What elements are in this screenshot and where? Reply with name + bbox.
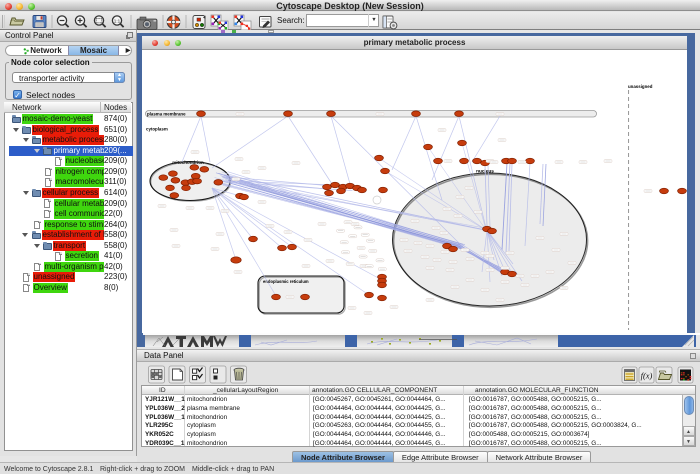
svg-text:unassigned: unassigned [628, 84, 653, 89]
svg-text:mitochondrion: mitochondrion [172, 160, 204, 165]
svg-text:f(x): f(x) [641, 371, 653, 381]
svg-text:plasma membrane: plasma membrane [147, 112, 186, 117]
svg-text:cytoplasm: cytoplasm [146, 127, 168, 132]
svg-text:endoplasmic reticulum: endoplasmic reticulum [263, 279, 309, 284]
svg-text:1:1: 1:1 [114, 19, 121, 24]
